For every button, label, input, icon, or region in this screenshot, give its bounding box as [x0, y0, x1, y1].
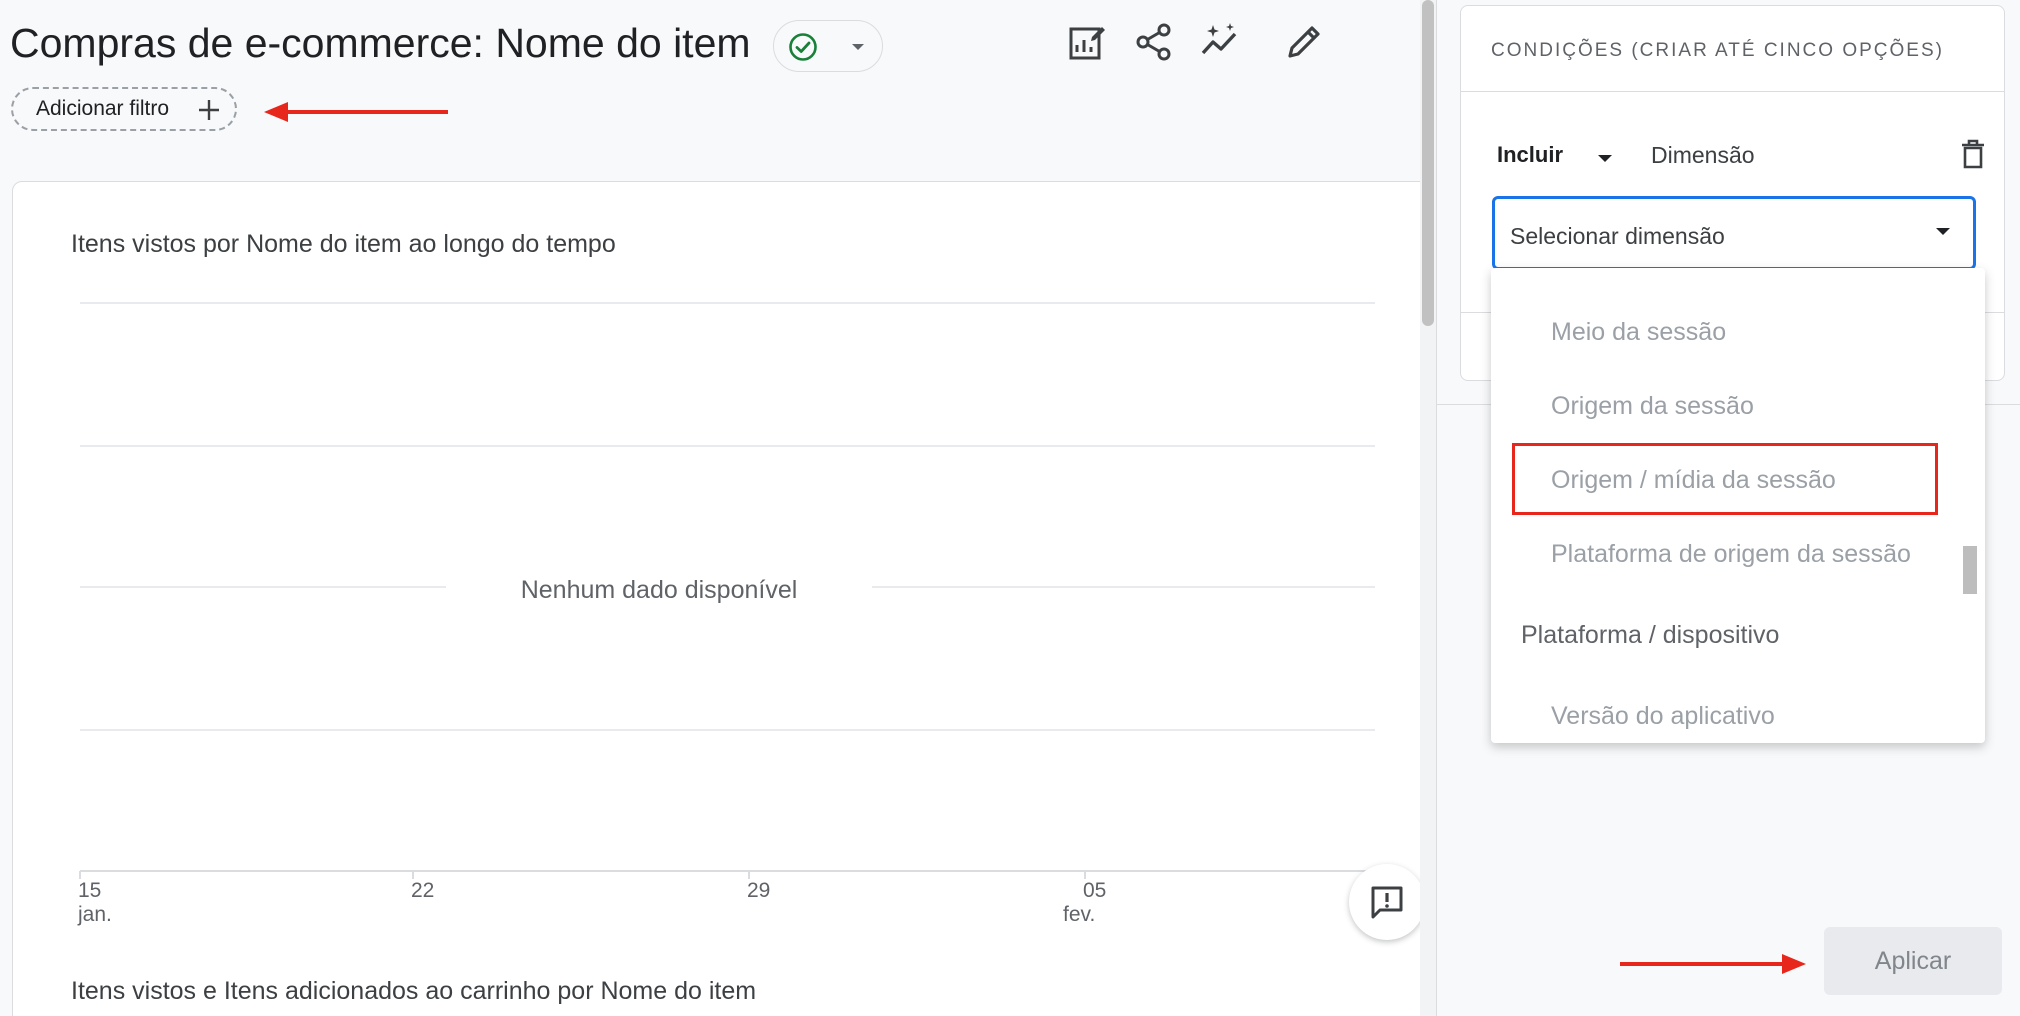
x-tick-day: 29	[747, 879, 771, 902]
page-scrollbar-thumb[interactable]	[1422, 0, 1434, 326]
dimension-select-placeholder: Selecionar dimensão	[1510, 223, 1725, 249]
feedback-button[interactable]	[1349, 864, 1425, 940]
second-chart-title: Itens vistos e Itens adicionados ao carr…	[71, 977, 757, 1005]
dimension-select[interactable]: Selecionar dimensão	[1492, 196, 1976, 270]
customize-report-icon	[1069, 27, 1105, 60]
add-filter-button[interactable]: Adicionar filtro	[11, 87, 237, 131]
add-filter-label: Adicionar filtro	[36, 97, 170, 120]
customize-report-button[interactable]	[1063, 18, 1111, 66]
share-button[interactable]	[1130, 18, 1178, 66]
feedback-icon	[1371, 886, 1403, 919]
x-tick-day: 22	[411, 879, 435, 902]
dropdown-scrollbar-thumb[interactable]	[1963, 546, 1977, 594]
x-tick-day: 15	[78, 879, 102, 902]
conditions-header-label: CONDIÇÕES (CRIAR ATÉ CINCO OPÇÕES)	[1491, 40, 1944, 61]
chart-card: Itens vistos por Nome do item ao longo d…	[12, 181, 1436, 1016]
x-axis-tick-marks	[79, 871, 1086, 879]
include-dropdown[interactable]: Incluir	[1497, 142, 1563, 168]
plus-icon	[199, 100, 219, 120]
edit-report-button[interactable]	[1280, 18, 1328, 66]
dimension-label: Dimensão	[1651, 142, 1755, 168]
red-highlight-annotation	[1512, 443, 1938, 515]
chart-plot	[79, 302, 1375, 879]
apply-button[interactable]: Aplicar	[1824, 927, 2002, 995]
red-arrow-annotation	[264, 102, 448, 122]
x-tick-month: fev.	[1063, 903, 1096, 926]
share-icon	[1136, 23, 1171, 61]
report-status-dropdown[interactable]	[773, 20, 883, 72]
dropdown-option[interactable]: Meio da sessão	[1551, 318, 1726, 347]
no-data-message: Nenhum dado disponível	[446, 576, 872, 605]
dropdown-option[interactable]: Origem da sessão	[1551, 392, 1754, 421]
apply-button-label: Aplicar	[1874, 946, 1952, 975]
dropdown-option[interactable]: Plataforma de origem da sessão	[1551, 540, 1911, 569]
red-arrow-annotation	[1620, 954, 1806, 974]
dimension-dropdown-menu: Meio da sessão Origem da sessão Origem / m…	[1491, 268, 1985, 743]
filter-panel: CONDIÇÕES (CRIAR ATÉ CINCO OPÇÕES) Inclu…	[1436, 0, 2020, 1016]
insights-icon	[1201, 23, 1237, 55]
edit-icon	[1288, 26, 1320, 58]
dropdown-group-header: Plataforma / dispositivo	[1521, 621, 1780, 649]
x-tick-label: 05 fev.	[1063, 879, 1107, 927]
x-tick-label: 22	[411, 879, 434, 903]
dropdown-option[interactable]: Versão do aplicativo	[1551, 702, 1775, 731]
x-tick-label: 29	[747, 879, 770, 903]
page-title: Compras de e-commerce: Nome do item	[10, 20, 751, 66]
trash-icon[interactable]	[1957, 138, 1989, 170]
x-tick-day: 05	[1083, 879, 1107, 902]
x-tick-label: 15 jan.	[78, 879, 112, 927]
check-circle-icon	[789, 33, 817, 61]
chevron-down-icon	[1936, 228, 1950, 235]
conditions-header: CONDIÇÕES (CRIAR ATÉ CINCO OPÇÕES)	[1461, 6, 2004, 92]
chevron-down-icon	[852, 44, 864, 50]
chevron-down-icon[interactable]	[1593, 147, 1617, 171]
report-area: Compras de e-commerce: Nome do item Adic…	[0, 0, 1436, 1016]
x-tick-month: jan.	[78, 903, 112, 926]
insights-button[interactable]	[1196, 18, 1244, 66]
